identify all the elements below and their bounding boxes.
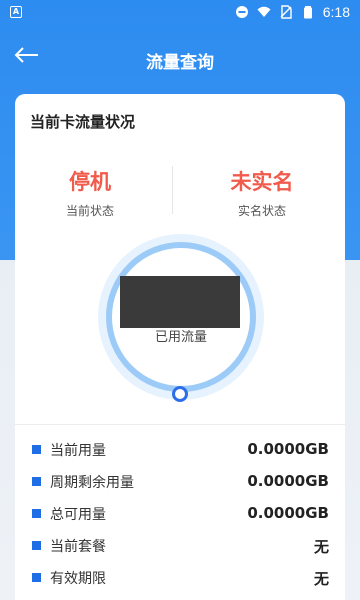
wifi-icon bbox=[257, 6, 271, 17]
notification-a-icon: A bbox=[10, 6, 22, 18]
realname-value: 未实名 bbox=[230, 170, 294, 194]
card-title: 当前卡流量状况 bbox=[30, 113, 136, 131]
detail-label: 有效期限 bbox=[50, 571, 106, 587]
detail-value: 无 bbox=[313, 570, 329, 588]
status-block: 停机 当前状态 bbox=[15, 166, 165, 219]
detail-value: 0.0000GB bbox=[247, 472, 329, 490]
bullet-square bbox=[32, 509, 41, 518]
bullet-square bbox=[32, 541, 41, 550]
page-title: 流量查询 bbox=[146, 53, 214, 73]
bullet-square bbox=[32, 445, 41, 454]
redacted-usage-value bbox=[120, 276, 240, 328]
detail-row-validity: 有效期限 无 bbox=[15, 562, 345, 592]
used-traffic-label: 已用流量 bbox=[154, 330, 207, 345]
no-sim-icon bbox=[280, 5, 292, 19]
detail-value: 无 bbox=[313, 538, 329, 556]
section-divider bbox=[15, 424, 345, 425]
bullet-square bbox=[32, 573, 41, 582]
status-value: 停机 bbox=[69, 170, 111, 194]
usage-ring-indicator bbox=[172, 386, 188, 402]
battery-icon bbox=[303, 6, 312, 19]
bullet-square bbox=[32, 477, 41, 486]
detail-row-plan: 当前套餐 无 bbox=[15, 530, 345, 560]
detail-row-remaining: 周期剩余用量 0.0000GB bbox=[15, 466, 345, 496]
header: 流量查询 bbox=[0, 24, 360, 94]
detail-label: 当前套餐 bbox=[50, 539, 106, 555]
clock: 6:18 bbox=[322, 4, 350, 20]
detail-value: 0.0000GB bbox=[247, 440, 329, 458]
detail-row-current-usage: 当前用量 0.0000GB bbox=[15, 434, 345, 464]
stat-divider bbox=[172, 166, 173, 214]
detail-label: 总可用量 bbox=[50, 507, 106, 523]
status-label: 当前状态 bbox=[65, 204, 114, 218]
traffic-card: 当前卡流量状况 停机 当前状态 未实名 实名状态 已用流量 当前用量 0.000… bbox=[15, 94, 345, 600]
realname-block: 未实名 实名状态 bbox=[187, 166, 337, 219]
detail-row-total: 总可用量 0.0000GB bbox=[15, 498, 345, 528]
detail-label: 当前用量 bbox=[50, 443, 106, 459]
status-bar: A 6:18 bbox=[0, 0, 360, 24]
detail-label: 周期剩余用量 bbox=[50, 475, 134, 491]
realname-label: 实名状态 bbox=[237, 204, 286, 218]
detail-value: 0.0000GB bbox=[247, 504, 329, 522]
minus-circle-icon bbox=[235, 6, 248, 18]
